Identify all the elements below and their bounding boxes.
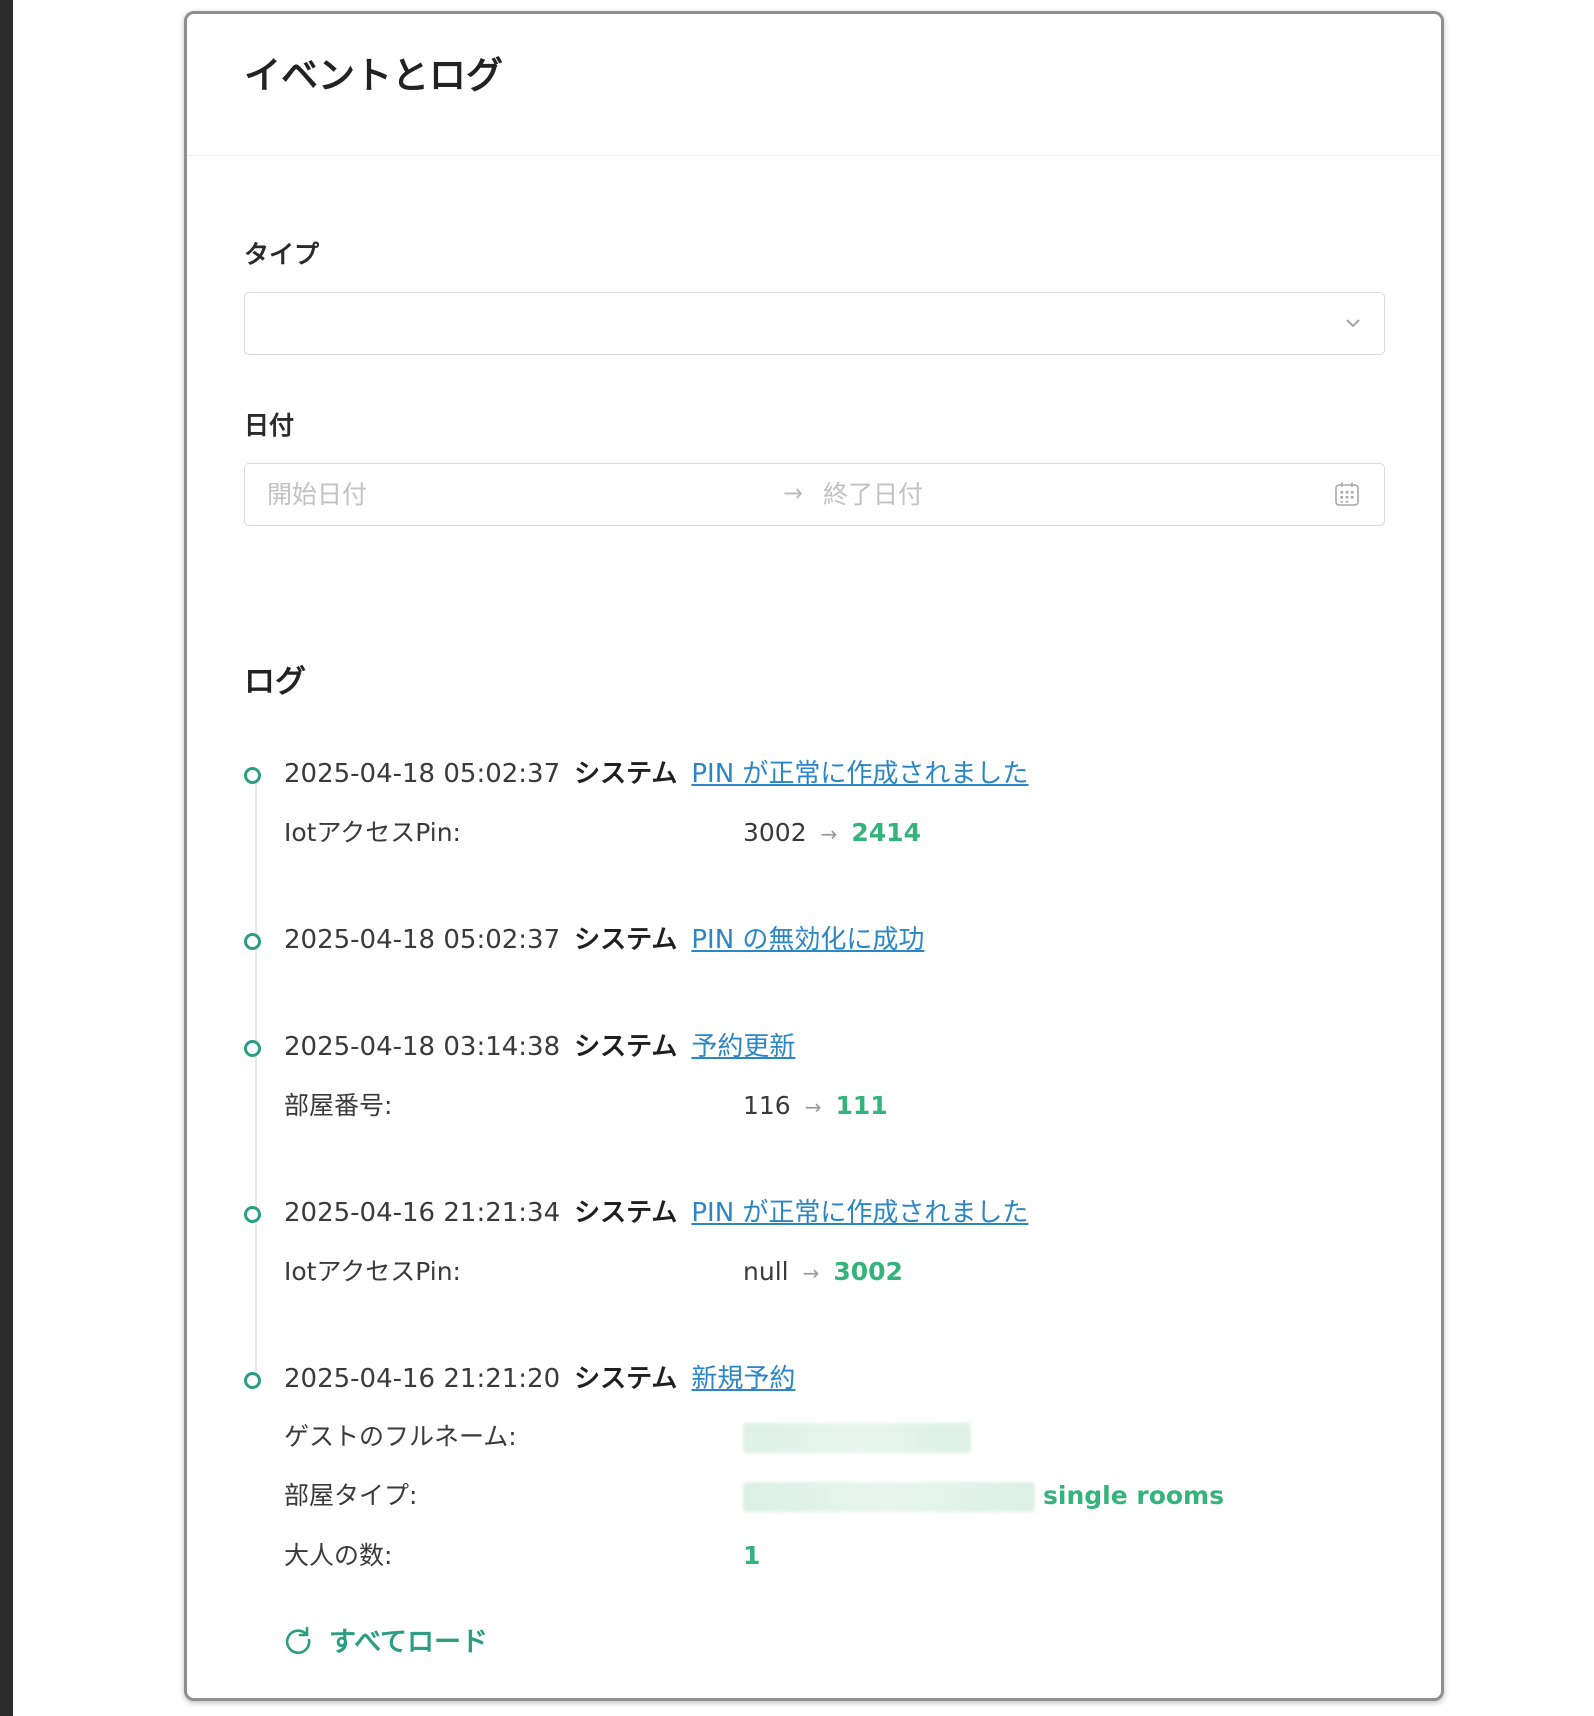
date-range-separator: → [783,479,804,507]
log-timestamp: 2025-04-18 05:02:37 [284,925,561,955]
page-title: イベントとログ [244,54,503,97]
calendar-icon[interactable] [1334,481,1360,507]
detail-values: 1 [743,1536,760,1576]
new-value: 1 [743,1541,761,1570]
events-and-logs-panel: イベントとログ タイプ 日付 → ログ [184,11,1444,1701]
detail-values: 116 → 111 [743,1086,888,1127]
timeline-dot-icon [244,1206,261,1223]
old-value: null [743,1257,789,1286]
arrow-right-icon: → [802,1261,820,1285]
log-detail-row: 大人の数: 1 [284,1536,1384,1576]
redacted-value [743,1482,1035,1512]
end-date-input[interactable] [823,464,1293,524]
log-actor: システム [574,1364,678,1394]
old-value: 3002 [743,818,807,847]
load-all-label: すべてロード [329,1627,489,1658]
timeline-dot-icon [244,767,261,784]
log-event-link[interactable]: PIN の無効化に成功 [691,925,924,955]
log-timestamp: 2025-04-16 21:21:20 [284,1364,561,1394]
chevron-down-icon [1346,319,1360,328]
timeline-dot-icon [244,1040,261,1057]
log-actor: システム [574,759,678,789]
timeline-line [255,778,257,1388]
log-timestamp: 2025-04-18 05:02:37 [284,759,561,789]
logs-section-title: ログ [244,664,306,700]
new-value: single rooms [1043,1481,1224,1510]
detail-values: null → 3002 [743,1252,903,1293]
log-event-link[interactable]: PIN が正常に作成されました [691,759,1028,789]
log-event-link[interactable]: 予約更新 [691,1032,795,1062]
redacted-value [743,1423,971,1453]
arrow-right-icon: → [804,1095,822,1119]
detail-label: 部屋番号: [284,1091,393,1120]
detail-values: 3002 → 2414 [743,813,921,854]
arrow-right-icon: → [820,822,838,846]
detail-values: single rooms [743,1476,1224,1516]
new-value: 3002 [833,1257,903,1286]
log-timestamp: 2025-04-16 21:21:34 [284,1198,561,1228]
type-filter-label: タイプ [244,240,320,269]
log-entry-header: 2025-04-18 05:02:37 システム PIN の無効化に成功 [284,920,924,960]
timeline-dot-icon [244,933,261,950]
detail-label: IotアクセスPin: [284,1257,461,1286]
detail-label: IotアクセスPin: [284,818,461,847]
load-all-button[interactable]: すべてロード [283,1620,488,1659]
log-detail-row: IotアクセスPin: null → 3002 [284,1252,1384,1292]
log-event-link[interactable]: PIN が正常に作成されました [691,1198,1028,1228]
log-detail-row: ゲストのフルネーム: [284,1417,1384,1457]
type-select[interactable] [244,292,1385,355]
detail-values [743,1417,971,1457]
log-detail-row: IotアクセスPin: 3002 → 2414 [284,813,1384,853]
log-actor: システム [574,1198,678,1228]
detail-label: 大人の数: [284,1541,393,1570]
detail-label: ゲストのフルネーム: [284,1422,517,1451]
panel-header: イベントとログ [187,14,1441,156]
log-entry-header: 2025-04-16 21:21:34 システム PIN が正常に作成されました [284,1193,1028,1233]
log-timestamp: 2025-04-18 03:14:38 [284,1032,561,1062]
log-event-link[interactable]: 新規予約 [691,1364,795,1394]
log-actor: システム [574,925,678,955]
log-detail-row: 部屋タイプ: single rooms [284,1476,1384,1516]
date-range-picker[interactable]: → [244,463,1385,526]
log-entry-header: 2025-04-18 05:02:37 システム PIN が正常に作成されました [284,754,1028,794]
log-entry-header: 2025-04-16 21:21:20 システム 新規予約 [284,1359,795,1399]
timeline-dot-icon [244,1372,261,1389]
old-value: 116 [743,1091,791,1120]
window-edge [0,0,13,1716]
log-entry-header: 2025-04-18 03:14:38 システム 予約更新 [284,1027,795,1067]
reload-icon [285,1626,311,1654]
log-actor: システム [574,1032,678,1062]
new-value: 2414 [851,818,921,847]
start-date-input[interactable] [267,464,737,524]
date-filter-label: 日付 [244,411,295,440]
detail-label: 部屋タイプ: [284,1481,418,1510]
new-value: 111 [835,1091,888,1120]
log-detail-row: 部屋番号: 116 → 111 [284,1086,1384,1126]
